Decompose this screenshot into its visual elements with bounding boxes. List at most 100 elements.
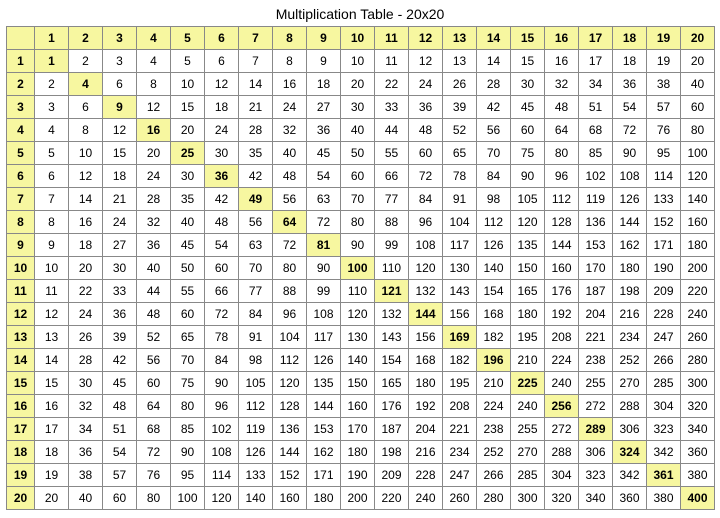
table-cell: 17 bbox=[579, 50, 613, 73]
table-cell: 170 bbox=[341, 418, 375, 441]
table-cell: 168 bbox=[477, 303, 511, 326]
table-row: 1818365472901081261441621801982162342522… bbox=[7, 441, 715, 464]
col-header: 2 bbox=[69, 27, 103, 50]
table-cell: 135 bbox=[307, 372, 341, 395]
col-header: 18 bbox=[613, 27, 647, 50]
table-cell: 60 bbox=[341, 165, 375, 188]
table-cell: 289 bbox=[579, 418, 613, 441]
table-cell: 340 bbox=[681, 418, 715, 441]
table-cell: 170 bbox=[579, 257, 613, 280]
table-cell: 14 bbox=[239, 73, 273, 96]
table-cell: 260 bbox=[443, 487, 477, 510]
table-cell: 216 bbox=[409, 441, 443, 464]
table-cell: 20 bbox=[69, 257, 103, 280]
table-cell: 45 bbox=[307, 142, 341, 165]
table-cell: 105 bbox=[239, 372, 273, 395]
table-cell: 75 bbox=[511, 142, 545, 165]
table-cell: 16 bbox=[69, 211, 103, 234]
table-cell: 221 bbox=[579, 326, 613, 349]
table-cell: 9 bbox=[103, 96, 137, 119]
table-cell: 45 bbox=[511, 96, 545, 119]
table-cell: 24 bbox=[409, 73, 443, 96]
table-cell: 144 bbox=[545, 234, 579, 257]
table-cell: 88 bbox=[375, 211, 409, 234]
table-cell: 4 bbox=[69, 73, 103, 96]
table-cell: 5 bbox=[171, 50, 205, 73]
table-cell: 38 bbox=[69, 464, 103, 487]
table-row: 9918273645546372819099108117126135144153… bbox=[7, 234, 715, 257]
table-cell: 400 bbox=[681, 487, 715, 510]
table-row: 33691215182124273033363942454851545760 bbox=[7, 96, 715, 119]
table-cell: 270 bbox=[511, 441, 545, 464]
col-header: 11 bbox=[375, 27, 409, 50]
table-cell: 30 bbox=[103, 257, 137, 280]
table-cell: 180 bbox=[681, 234, 715, 257]
table-cell: 200 bbox=[341, 487, 375, 510]
table-cell: 17 bbox=[35, 418, 69, 441]
table-cell: 45 bbox=[103, 372, 137, 395]
row-header: 2 bbox=[7, 73, 35, 96]
table-cell: 190 bbox=[647, 257, 681, 280]
table-cell: 84 bbox=[205, 349, 239, 372]
table-cell: 95 bbox=[171, 464, 205, 487]
table-cell: 99 bbox=[375, 234, 409, 257]
table-cell: 19 bbox=[647, 50, 681, 73]
table-cell: 35 bbox=[171, 188, 205, 211]
table-cell: 64 bbox=[137, 395, 171, 418]
table-cell: 255 bbox=[511, 418, 545, 441]
table-cell: 27 bbox=[103, 234, 137, 257]
table-cell: 54 bbox=[205, 234, 239, 257]
table-cell: 84 bbox=[239, 303, 273, 326]
table-cell: 15 bbox=[171, 96, 205, 119]
table-cell: 66 bbox=[205, 280, 239, 303]
table-cell: 150 bbox=[341, 372, 375, 395]
table-cell: 40 bbox=[341, 119, 375, 142]
table-cell: 80 bbox=[545, 142, 579, 165]
table-cell: 81 bbox=[307, 234, 341, 257]
table-cell: 70 bbox=[341, 188, 375, 211]
table-corner bbox=[7, 27, 35, 50]
row-header: 15 bbox=[7, 372, 35, 395]
col-header: 19 bbox=[647, 27, 681, 50]
table-cell: 78 bbox=[443, 165, 477, 188]
col-header: 16 bbox=[545, 27, 579, 50]
table-cell: 14 bbox=[35, 349, 69, 372]
table-cell: 323 bbox=[647, 418, 681, 441]
table-cell: 32 bbox=[273, 119, 307, 142]
table-cell: 48 bbox=[545, 96, 579, 119]
table-cell: 154 bbox=[375, 349, 409, 372]
table-cell: 180 bbox=[613, 257, 647, 280]
table-cell: 225 bbox=[511, 372, 545, 395]
table-cell: 50 bbox=[341, 142, 375, 165]
multiplication-table: 1234567891011121314151617181920 11234567… bbox=[6, 26, 715, 510]
table-cell: 144 bbox=[307, 395, 341, 418]
table-cell: 187 bbox=[579, 280, 613, 303]
table-cell: 72 bbox=[409, 165, 443, 188]
table-cell: 13 bbox=[35, 326, 69, 349]
table-cell: 209 bbox=[375, 464, 409, 487]
table-cell: 224 bbox=[545, 349, 579, 372]
table-cell: 22 bbox=[69, 280, 103, 303]
table-row: 448121620242832364044485256606468727680 bbox=[7, 119, 715, 142]
table-cell: 50 bbox=[171, 257, 205, 280]
table-cell: 70 bbox=[477, 142, 511, 165]
table-cell: 35 bbox=[239, 142, 273, 165]
col-header: 12 bbox=[409, 27, 443, 50]
table-cell: 8 bbox=[69, 119, 103, 142]
table-cell: 135 bbox=[511, 234, 545, 257]
table-cell: 10 bbox=[341, 50, 375, 73]
table-cell: 130 bbox=[443, 257, 477, 280]
table-cell: 24 bbox=[205, 119, 239, 142]
table-cell: 88 bbox=[273, 280, 307, 303]
table-cell: 56 bbox=[239, 211, 273, 234]
table-cell: 18 bbox=[69, 234, 103, 257]
table-cell: 220 bbox=[681, 280, 715, 303]
table-cell: 112 bbox=[239, 395, 273, 418]
table-cell: 78 bbox=[205, 326, 239, 349]
table-cell: 96 bbox=[273, 303, 307, 326]
table-cell: 40 bbox=[171, 211, 205, 234]
table-cell: 160 bbox=[545, 257, 579, 280]
table-cell: 150 bbox=[511, 257, 545, 280]
table-cell: 266 bbox=[647, 349, 681, 372]
table-cell: 36 bbox=[409, 96, 443, 119]
